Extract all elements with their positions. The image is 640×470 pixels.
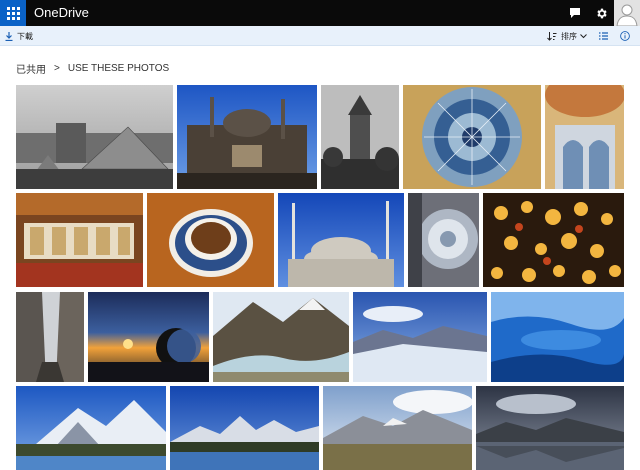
photo-crescent-sunset[interactable] xyxy=(88,292,209,382)
photo-palace-interior[interactable] xyxy=(545,85,624,189)
photo-lake-reflection-image xyxy=(476,386,624,470)
photo-lamps-bazaar[interactable] xyxy=(483,193,624,287)
photo-glacier-ice[interactable] xyxy=(491,292,624,382)
photo-louvre-pyramid-image xyxy=(16,85,173,189)
photo-dome-interior[interactable] xyxy=(403,85,541,189)
photo-turkish-coffee[interactable] xyxy=(147,193,274,287)
photo-glacier-field[interactable] xyxy=(353,292,487,382)
photo-blue-mosque[interactable] xyxy=(278,193,404,287)
photo-lake-reflection[interactable] xyxy=(476,386,624,470)
photo-crescent-sunset-image xyxy=(88,292,209,382)
photo-mountain-plains-image xyxy=(323,386,472,470)
photo-mosque-courtyard[interactable] xyxy=(177,85,317,189)
photo-ottoman-room-image xyxy=(16,193,143,287)
photo-mosque-dome-ceiling-image xyxy=(408,193,479,287)
photo-mosque-dome-ceiling[interactable] xyxy=(408,193,479,287)
photo-mosque-courtyard-image xyxy=(177,85,317,189)
photo-palace-interior-image xyxy=(545,85,624,189)
photo-dome-interior-image xyxy=(403,85,541,189)
photo-blue-mosque-image xyxy=(278,193,404,287)
photo-narrow-street[interactable] xyxy=(16,292,84,382)
photo-ottoman-room[interactable] xyxy=(16,193,143,287)
photo-galata-tower-image xyxy=(321,85,399,189)
photo-torres-peaks-image xyxy=(170,386,319,470)
photo-mountain-river[interactable] xyxy=(213,292,349,382)
photo-grid xyxy=(0,0,640,470)
photo-glacier-field-image xyxy=(353,292,487,382)
photo-turkish-coffee-image xyxy=(147,193,274,287)
photo-snowy-peaks-lake[interactable] xyxy=(16,386,166,470)
photo-narrow-street-image xyxy=(16,292,84,382)
photo-snowy-peaks-lake-image xyxy=(16,386,166,470)
photo-lamps-bazaar-image xyxy=(483,193,624,287)
photo-galata-tower[interactable] xyxy=(321,85,399,189)
photo-torres-peaks[interactable] xyxy=(170,386,319,470)
photo-louvre-pyramid[interactable] xyxy=(16,85,173,189)
photo-glacier-ice-image xyxy=(491,292,624,382)
photo-mountain-river-image xyxy=(213,292,349,382)
photo-mountain-plains[interactable] xyxy=(323,386,472,470)
